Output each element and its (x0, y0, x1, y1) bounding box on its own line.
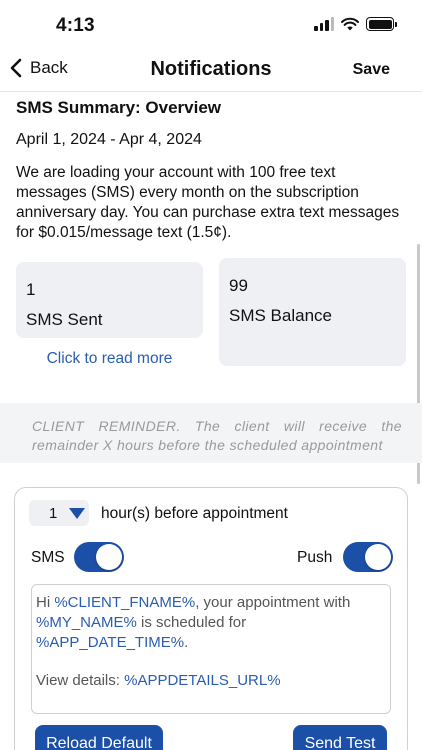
message-variable: %APPDETAILS_URL% (124, 672, 281, 689)
sms-sent-label: SMS Sent (26, 310, 103, 329)
message-template-textarea[interactable]: Hi %CLIENT_FNAME%, your appointment with… (31, 584, 391, 714)
hours-label: hour(s) before appointment (101, 505, 288, 522)
sms-balance-label: SMS Balance (229, 306, 332, 325)
sms-sent-value: 1 (26, 280, 36, 299)
send-test-button[interactable]: Send Test (293, 725, 387, 750)
date-range: April 1, 2024 - Apr 4, 2024 (16, 131, 202, 148)
save-button[interactable]: Save (353, 61, 390, 79)
back-label: Back (30, 58, 68, 77)
status-bar: 4:13 (0, 0, 422, 50)
navigation-bar: Back Notifications Save (0, 50, 422, 92)
wifi-icon (341, 17, 359, 31)
back-button[interactable]: Back (10, 58, 68, 78)
toggle-knob (365, 544, 391, 570)
sms-toggle[interactable] (74, 542, 124, 572)
message-text: is scheduled for (136, 614, 247, 631)
message-text: View details: (36, 672, 125, 689)
sms-description: We are loading your account with 100 fre… (16, 164, 400, 241)
sms-toggle-label: SMS (31, 549, 65, 566)
client-reminder-note: CLIENT REMINDER. The client will receive… (0, 403, 422, 463)
hours-value: 1 (49, 504, 58, 522)
sms-balance-card: 99 SMS Balance (219, 258, 406, 366)
toggle-knob (96, 544, 122, 570)
message-text: . (184, 634, 189, 651)
caret-down-icon (69, 507, 86, 519)
hours-dropdown[interactable]: 1 (29, 500, 89, 526)
reminder-settings-panel: 1 hour(s) before appointment SMS Push Hi… (14, 487, 408, 750)
message-text: Hi (36, 594, 55, 611)
message-line-2: View details: %APPDETAILS_URL% (36, 671, 386, 691)
chevron-left-icon (10, 58, 22, 78)
status-time: 4:13 (56, 15, 95, 36)
reload-default-button[interactable]: Reload Default (35, 725, 163, 750)
message-text: , your appointment with (195, 594, 351, 611)
battery-icon (366, 17, 397, 31)
push-toggle-label: Push (297, 549, 333, 566)
message-line-1: Hi %CLIENT_FNAME%, your appointment with… (36, 593, 386, 653)
status-icons (314, 17, 397, 31)
push-toggle[interactable] (343, 542, 393, 572)
sms-balance-value: 99 (229, 276, 248, 295)
cellular-signal-icon (314, 17, 334, 31)
message-variable: %MY_NAME% (36, 614, 137, 631)
sms-sent-card: 1 SMS Sent (16, 262, 203, 338)
read-more-link[interactable]: Click to read more (16, 350, 203, 368)
sms-summary-heading: SMS Summary: Overview (16, 98, 222, 117)
message-variable: %CLIENT_FNAME% (54, 594, 196, 611)
message-variable: %APP_DATE_TIME% (36, 634, 185, 651)
